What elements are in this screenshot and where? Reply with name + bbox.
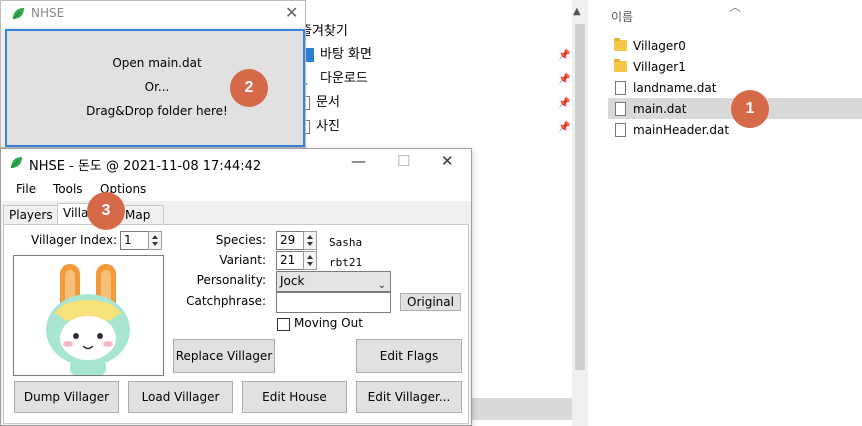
nav-selected-band bbox=[456, 398, 572, 420]
moving-out-checkbox[interactable] bbox=[277, 318, 290, 331]
villager-index-spinner[interactable] bbox=[148, 231, 162, 250]
chevron-up-icon[interactable]: ︿ bbox=[729, 0, 741, 15]
nav-item-favorites[interactable]: 즐겨찾기 bbox=[300, 22, 348, 42]
open-main-label: Open main.dat bbox=[112, 56, 202, 70]
file-row-mainheader[interactable]: mainHeader.dat bbox=[608, 119, 862, 140]
edit-flags-button[interactable]: Edit Flags bbox=[356, 339, 462, 373]
file-icon bbox=[615, 122, 626, 137]
nav-item-label: 바탕 화면 bbox=[320, 47, 372, 62]
file-row-villager0[interactable]: Villager0 bbox=[608, 35, 862, 56]
villager-portrait bbox=[13, 255, 164, 376]
species-label: Species: bbox=[215, 233, 266, 247]
nav-scrollbar-thumb[interactable] bbox=[575, 24, 585, 370]
title-bar: NHSE - 돈도 @ 2021-11-08 17:44:42 — ☐ ✕ bbox=[1, 149, 471, 177]
edit-house-button[interactable]: Edit House bbox=[242, 381, 347, 413]
leaf-icon bbox=[10, 157, 22, 169]
variant-spinner[interactable] bbox=[303, 251, 317, 270]
personality-select[interactable]: Jock ⌄ bbox=[276, 271, 391, 292]
personality-label: Personality: bbox=[196, 273, 266, 287]
species-field[interactable]: 29 bbox=[276, 231, 306, 250]
moving-out-label: Moving Out bbox=[294, 316, 363, 330]
leaf-icon bbox=[12, 8, 24, 20]
pin-icon[interactable]: 📌 bbox=[558, 98, 570, 109]
minimize-icon[interactable]: — bbox=[351, 152, 366, 170]
file-icon bbox=[615, 101, 626, 116]
close-icon[interactable]: ✕ bbox=[441, 152, 454, 170]
file-name: main.dat bbox=[633, 101, 687, 116]
maximize-icon[interactable]: ☐ bbox=[397, 152, 410, 170]
step-badge-2: 2 bbox=[230, 69, 268, 107]
villager-index-label: Villager Index: bbox=[31, 233, 118, 247]
file-row-villager1[interactable]: Villager1 bbox=[608, 56, 862, 77]
nav-item-label: 즐겨찾기 bbox=[300, 24, 348, 39]
original-button[interactable]: Original bbox=[400, 293, 461, 311]
load-villager-button[interactable]: Load Villager bbox=[128, 381, 233, 413]
close-icon[interactable]: ✕ bbox=[285, 3, 298, 22]
catchphrase-label: Catchphrase: bbox=[186, 294, 266, 308]
species-name: Sasha bbox=[329, 236, 363, 249]
scroll-up-icon[interactable]: ▲ bbox=[573, 6, 581, 17]
menu-bar: File Tools Options bbox=[1, 177, 471, 201]
edit-villager-button[interactable]: Edit Villager... bbox=[356, 381, 462, 413]
tab-map[interactable]: Map bbox=[119, 205, 164, 225]
nav-item-desktop[interactable]: 바탕 화면 bbox=[300, 45, 372, 65]
file-row-landname[interactable]: landname.dat bbox=[608, 77, 862, 98]
step-badge-1: 1 bbox=[731, 90, 769, 128]
variant-label: Variant: bbox=[219, 253, 266, 267]
file-name: mainHeader.dat bbox=[633, 122, 730, 137]
file-icon bbox=[615, 80, 626, 95]
pin-icon[interactable]: 📌 bbox=[558, 74, 570, 85]
step-badge-3: 3 bbox=[87, 192, 125, 230]
folder-icon bbox=[614, 59, 627, 72]
title-bar: NHSE ✕ bbox=[1, 1, 305, 27]
nav-item-label: 문서 bbox=[316, 95, 340, 110]
menu-file[interactable]: File bbox=[16, 182, 36, 196]
villager-index-field[interactable]: 1 bbox=[120, 231, 150, 250]
replace-villager-button[interactable]: Replace Villager bbox=[173, 339, 275, 373]
tab-players[interactable]: Players bbox=[3, 205, 59, 225]
variant-field[interactable]: 21 bbox=[276, 251, 306, 270]
personality-value: Jock bbox=[280, 274, 305, 288]
nav-item-label: 다운로드 bbox=[320, 71, 368, 86]
pin-icon[interactable]: 📌 bbox=[558, 122, 570, 133]
pin-icon[interactable]: 📌 bbox=[558, 50, 570, 61]
dump-villager-button[interactable]: Dump Villager bbox=[14, 381, 119, 413]
window-title: NHSE - 돈도 @ 2021-11-08 17:44:42 bbox=[29, 159, 262, 174]
window-title: NHSE bbox=[31, 6, 65, 20]
nav-item-downloads[interactable]: ↓ 다운로드 bbox=[300, 69, 368, 89]
folder-icon bbox=[614, 38, 627, 51]
file-name: landname.dat bbox=[633, 80, 717, 95]
file-name: Villager1 bbox=[633, 59, 686, 74]
column-header-name[interactable]: 이름 bbox=[611, 8, 633, 25]
species-spinner[interactable] bbox=[303, 231, 317, 250]
file-name: Villager0 bbox=[633, 38, 686, 53]
nhse-main-window: NHSE - 돈도 @ 2021-11-08 17:44:42 — ☐ ✕ Fi… bbox=[0, 148, 472, 426]
drag-drop-label: Drag&Drop folder here! bbox=[86, 104, 228, 118]
villager-image bbox=[46, 264, 130, 375]
nav-item-label: 사진 bbox=[316, 119, 340, 134]
variant-code: rbt21 bbox=[329, 256, 363, 269]
catchphrase-input[interactable] bbox=[276, 292, 391, 313]
menu-tools[interactable]: Tools bbox=[53, 182, 83, 196]
